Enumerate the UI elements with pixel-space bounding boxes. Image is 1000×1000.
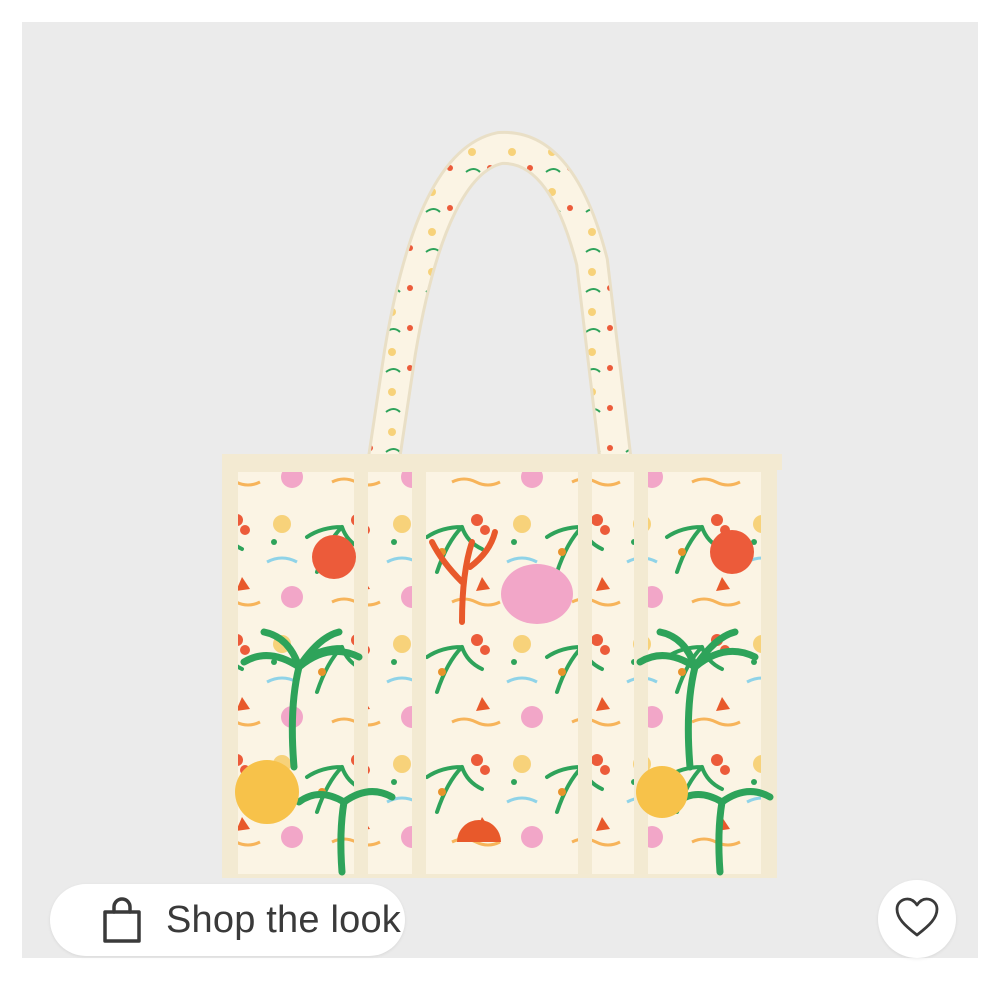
shopping-bag-icon xyxy=(102,896,142,944)
shop-the-look-label: Shop the look xyxy=(166,898,401,941)
top-fringe xyxy=(222,454,782,470)
bag-body xyxy=(234,472,765,874)
shop-the-look-button[interactable]: Shop the look xyxy=(50,884,405,956)
tote-bag-illustration xyxy=(222,130,782,878)
product-photo[interactable] xyxy=(22,22,978,958)
heart-outline-icon xyxy=(894,896,940,943)
like-button[interactable] xyxy=(878,880,956,958)
